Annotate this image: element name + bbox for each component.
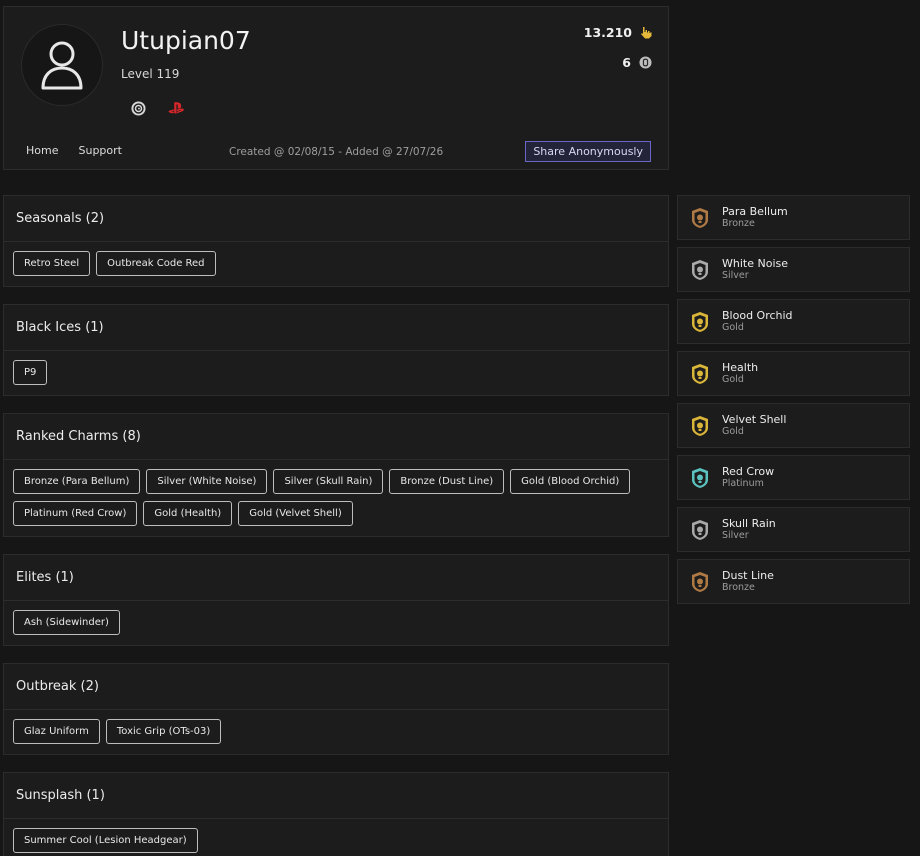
charm-tier: Silver bbox=[722, 530, 749, 541]
charm-text: Health Gold bbox=[722, 361, 758, 386]
renown-hand-icon bbox=[641, 27, 652, 39]
credits-stat: 6 bbox=[622, 55, 652, 70]
playstation-icon[interactable] bbox=[168, 100, 184, 116]
nav-home-link[interactable]: Home bbox=[26, 144, 58, 157]
charm-badge-icon bbox=[692, 311, 708, 332]
charm-badge-icon bbox=[692, 259, 708, 280]
section-title: Seasonals (2) bbox=[4, 196, 668, 242]
renown-stat: 13.210 bbox=[584, 25, 652, 40]
user-icon bbox=[41, 41, 83, 90]
credits-value: 6 bbox=[622, 55, 631, 70]
ubisoft-icon[interactable] bbox=[130, 100, 146, 116]
charm-card[interactable]: Skull Rain Silver bbox=[677, 507, 910, 552]
item-chip[interactable]: Toxic Grip (OTs-03) bbox=[105, 719, 222, 744]
charm-name: Health bbox=[722, 361, 759, 374]
section-title: Elites (1) bbox=[4, 555, 668, 601]
charm-badge-icon bbox=[692, 519, 708, 540]
charm-name: White Noise bbox=[722, 257, 788, 270]
charm-card[interactable]: Red Crow Platinum bbox=[677, 455, 910, 500]
charm-tier: Bronze bbox=[722, 582, 755, 593]
section-title: Black Ices (1) bbox=[4, 305, 668, 351]
charm-name: Dust Line bbox=[722, 569, 774, 582]
section-items: Retro Steel Outbreak Code Red bbox=[4, 242, 668, 286]
item-chip[interactable]: Gold (Health) bbox=[143, 501, 233, 526]
item-chip[interactable]: Gold (Blood Orchid) bbox=[510, 469, 631, 494]
charm-badge-icon bbox=[692, 467, 708, 488]
charm-tier: Gold bbox=[722, 374, 744, 385]
charm-name: Red Crow bbox=[722, 465, 775, 478]
avatar bbox=[21, 24, 103, 106]
item-chip[interactable]: Bronze (Para Bellum) bbox=[13, 469, 141, 494]
section-card: Black Ices (1) P9 bbox=[3, 304, 669, 396]
section-card: Ranked Charms (8) Bronze (Para Bellum) Sil… bbox=[3, 413, 669, 537]
item-chip[interactable]: Retro Steel bbox=[13, 251, 91, 276]
r6-credits-coin-icon bbox=[639, 56, 652, 69]
charm-card[interactable]: Dust Line Bronze bbox=[677, 559, 910, 604]
username: Utupian07 bbox=[121, 26, 251, 55]
charm-tier: Silver bbox=[722, 270, 749, 281]
section-list: Seasonals (2) Retro Steel Outbreak Code Re… bbox=[3, 195, 669, 856]
renown-value: 13.210 bbox=[583, 25, 632, 40]
section-card: Sunsplash (1) Summer Cool (Lesion Headgea… bbox=[3, 772, 669, 856]
charm-text: Velvet Shell Gold bbox=[722, 413, 786, 438]
nav-support-link[interactable]: Support bbox=[78, 144, 121, 157]
charm-text: Skull Rain Silver bbox=[722, 517, 776, 542]
charm-badge-icon bbox=[692, 571, 708, 592]
charm-card[interactable]: Para Bellum Bronze bbox=[677, 195, 910, 240]
item-chip[interactable]: Gold (Velvet Shell) bbox=[238, 501, 353, 526]
platform-list bbox=[130, 100, 184, 116]
item-chip[interactable]: Summer Cool (Lesion Headgear) bbox=[13, 828, 198, 853]
charm-text: Dust Line Bronze bbox=[722, 569, 774, 594]
charm-card[interactable]: Blood Orchid Gold bbox=[677, 299, 910, 344]
section-title: Sunsplash (1) bbox=[4, 773, 668, 819]
item-chip[interactable]: Glaz Uniform bbox=[13, 719, 100, 744]
section-items: Ash (Sidewinder) bbox=[4, 601, 668, 645]
charm-card[interactable]: Health Gold bbox=[677, 351, 910, 396]
item-chip[interactable]: Outbreak Code Red bbox=[96, 251, 216, 276]
section-items: P9 bbox=[4, 351, 668, 395]
charm-badge-icon bbox=[692, 207, 708, 228]
item-chip[interactable]: Silver (White Noise) bbox=[146, 469, 268, 494]
charm-name: Velvet Shell bbox=[722, 413, 787, 426]
section-items: Bronze (Para Bellum) Silver (White Noise)… bbox=[4, 460, 668, 536]
item-chip[interactable]: Bronze (Dust Line) bbox=[389, 469, 505, 494]
player-level: Level 119 bbox=[121, 67, 180, 81]
created-date: Created @ 02/08/15 - Added @ 27/07/26 bbox=[229, 146, 444, 158]
profile-nav: Home Support bbox=[26, 144, 122, 157]
charm-name: Skull Rain bbox=[722, 517, 776, 530]
charm-text: Red Crow Platinum bbox=[722, 465, 774, 490]
charm-tier: Gold bbox=[722, 322, 744, 333]
share-anonymously-button[interactable]: Share Anonymously bbox=[525, 141, 651, 162]
item-chip[interactable]: P9 bbox=[13, 360, 48, 385]
item-chip[interactable]: Silver (Skull Rain) bbox=[273, 469, 384, 494]
section-card: Elites (1) Ash (Sidewinder) bbox=[3, 554, 669, 646]
section-items: Glaz Uniform Toxic Grip (OTs-03) bbox=[4, 710, 668, 754]
charm-text: White Noise Silver bbox=[722, 257, 788, 282]
item-chip[interactable]: Platinum (Red Crow) bbox=[13, 501, 138, 526]
charm-text: Blood Orchid Gold bbox=[722, 309, 793, 334]
charm-tier: Gold bbox=[722, 426, 744, 437]
profile-card: Utupian07 Level 119 13.210 6 Home Suppor… bbox=[3, 6, 669, 170]
section-card: Outbreak (2) Glaz Uniform Toxic Grip (OTs-… bbox=[3, 663, 669, 755]
charm-name: Para Bellum bbox=[722, 205, 788, 218]
charm-name: Blood Orchid bbox=[722, 309, 793, 322]
section-title: Ranked Charms (8) bbox=[4, 414, 668, 460]
charm-badge-icon bbox=[692, 363, 708, 384]
charm-tier: Bronze bbox=[722, 218, 755, 229]
section-title: Outbreak (2) bbox=[4, 664, 668, 710]
charm-card[interactable]: Velvet Shell Gold bbox=[677, 403, 910, 448]
charm-card[interactable]: White Noise Silver bbox=[677, 247, 910, 292]
section-items: Summer Cool (Lesion Headgear) bbox=[4, 819, 668, 856]
section-card: Seasonals (2) Retro Steel Outbreak Code Re… bbox=[3, 195, 669, 287]
charm-badge-icon bbox=[692, 415, 708, 436]
charm-tier: Platinum bbox=[722, 478, 764, 489]
ranked-charm-list: Para Bellum Bronze White Noise Silver Blood … bbox=[677, 195, 910, 611]
charm-text: Para Bellum Bronze bbox=[722, 205, 788, 230]
item-chip[interactable]: Ash (Sidewinder) bbox=[13, 610, 120, 635]
